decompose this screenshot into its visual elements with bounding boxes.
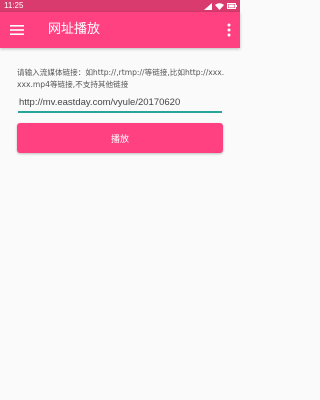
status-icons <box>204 2 237 10</box>
status-bar: 11:25 <box>0 0 240 12</box>
stream-url-hint: 请输入流媒体链接：如http://,rtmp://等链接,比如http://xx… <box>17 68 225 89</box>
stream-url-input[interactable] <box>18 93 222 113</box>
wifi-icon <box>215 2 224 10</box>
status-time: 11:25 <box>4 1 24 10</box>
toolbar: 网址播放 <box>0 12 240 48</box>
signal-icon <box>204 2 212 10</box>
menu-icon[interactable] <box>10 23 24 37</box>
play-button[interactable]: 播放 <box>17 123 223 153</box>
page-title: 网址播放 <box>48 22 101 37</box>
battery-icon <box>227 3 237 9</box>
more-vert-icon[interactable] <box>224 22 234 38</box>
